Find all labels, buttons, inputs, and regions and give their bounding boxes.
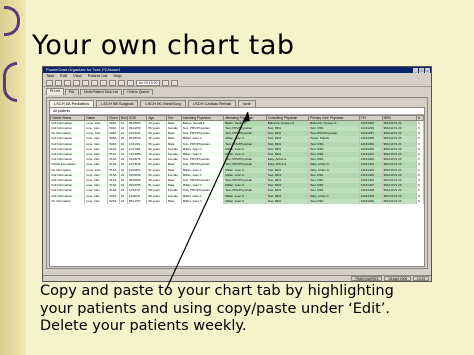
arrow-head-icon	[243, 112, 250, 122]
caption-line-3: Delete your patients weekly.	[40, 318, 247, 334]
caption-line-1: Copy and paste to your chart tab by high…	[40, 283, 394, 299]
slide-background: Your own chart tab PowerChart Organizer …	[0, 0, 474, 355]
slide-caption: Copy and paste to your chart tab by high…	[40, 283, 460, 336]
arrow-line	[164, 111, 249, 293]
caption-line-2: your patients and using copy/paste under…	[40, 300, 390, 317]
